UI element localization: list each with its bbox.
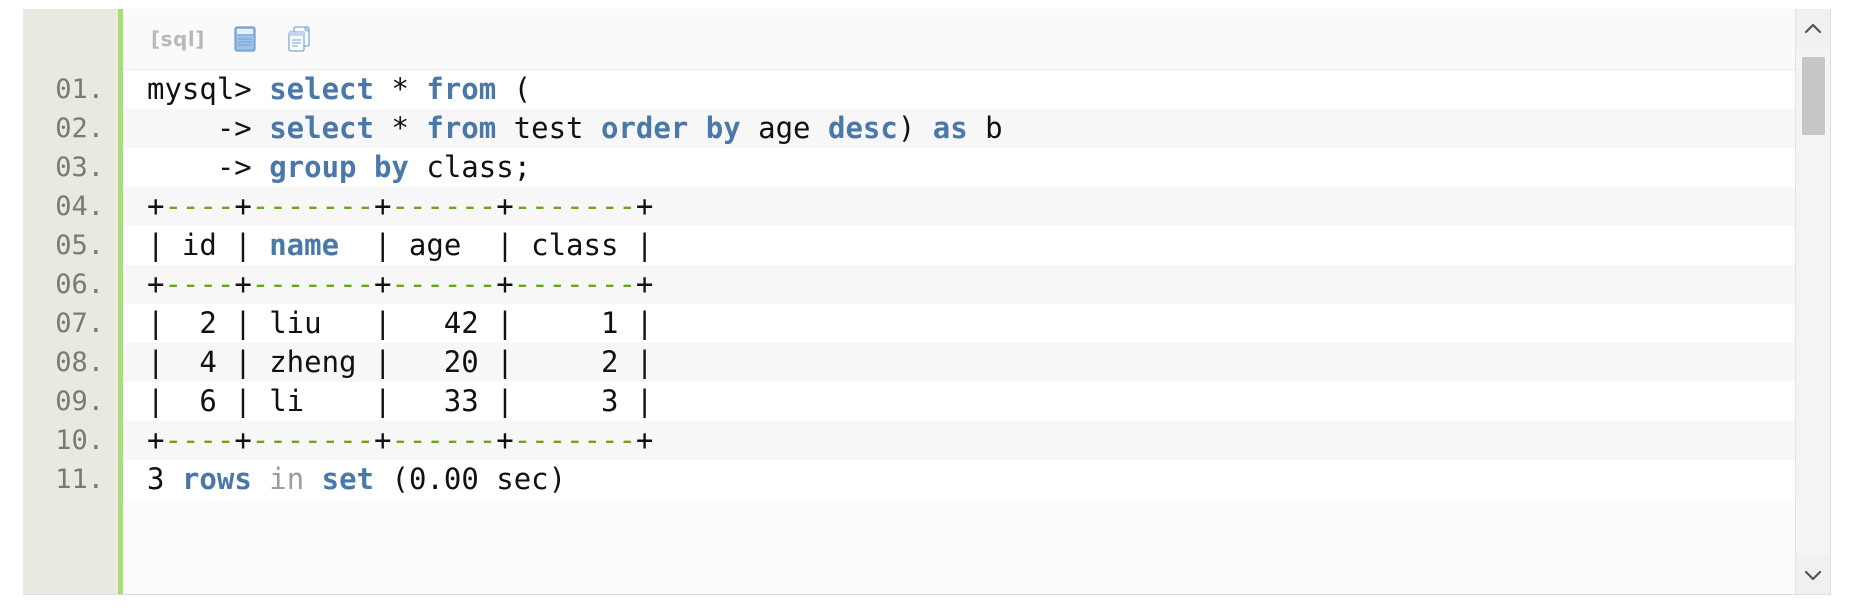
line-number: 04. [55,191,104,222]
line-number: 10. [55,425,104,456]
copy-to-clipboard-icon[interactable] [285,24,313,54]
language-label: [sql] [151,27,205,51]
chevron-down-icon[interactable] [1796,555,1831,594]
line-number: 02. [55,113,104,144]
code-line: +----+-------+------+-------+ [123,421,1830,460]
line-number: 07. [55,308,104,339]
code-line: | id | name | age | class | [123,226,1830,265]
view-plain-icon[interactable] [231,24,259,54]
code-line: mysql> select * from ( [123,70,1830,109]
line-number: 05. [55,230,104,261]
chevron-up-icon[interactable] [1796,9,1831,49]
code-pane: [sql] mysql> select * from (-> select *… [123,9,1830,594]
line-number: 08. [55,347,104,378]
row-count: 3 [147,462,165,496]
code-line: -> select * from test order by age desc)… [123,109,1830,148]
gutter-spacer [23,9,118,70]
code-line: | 6 | li | 33 | 3 | [123,382,1830,421]
line-number-gutter: 01. 02. 03. 04. 05. 06. 07. 08. 09. 10. … [23,9,123,594]
line-number: 03. [55,152,104,183]
line-number: 01. [55,74,104,105]
mysql-prompt: mysql> [147,72,270,106]
code-line: | 4 | zheng | 20 | 2 | [123,343,1830,382]
set-word: set [321,462,375,496]
scrollbar-thumb[interactable] [1802,57,1825,135]
timing: (0.00 sec) [391,462,567,496]
snippet-toolbar: [sql] [123,9,1830,70]
code-line: -> group by class; [123,148,1830,187]
line-number: 09. [55,386,104,417]
in-word: in [269,462,305,496]
vertical-scrollbar[interactable] [1795,9,1831,594]
code-box: 01. 02. 03. 04. 05. 06. 07. 08. 09. 10. … [23,9,1831,595]
code-snippet-viewer: 01. 02. 03. 04. 05. 06. 07. 08. 09. 10. … [0,0,1855,615]
code-line: | 2 | liu | 42 | 1 | [123,304,1830,343]
line-number: 06. [55,269,104,300]
code-line: +----+-------+------+-------+ [123,187,1830,226]
line-number: 11. [55,464,104,495]
code-lines: mysql> select * from ( -> select * from … [123,70,1830,499]
code-line: +----+-------+------+-------+ [123,265,1830,304]
rows-word: rows [181,462,252,496]
code-line-status: 3 rows in set (0.00 sec) [123,460,1830,499]
